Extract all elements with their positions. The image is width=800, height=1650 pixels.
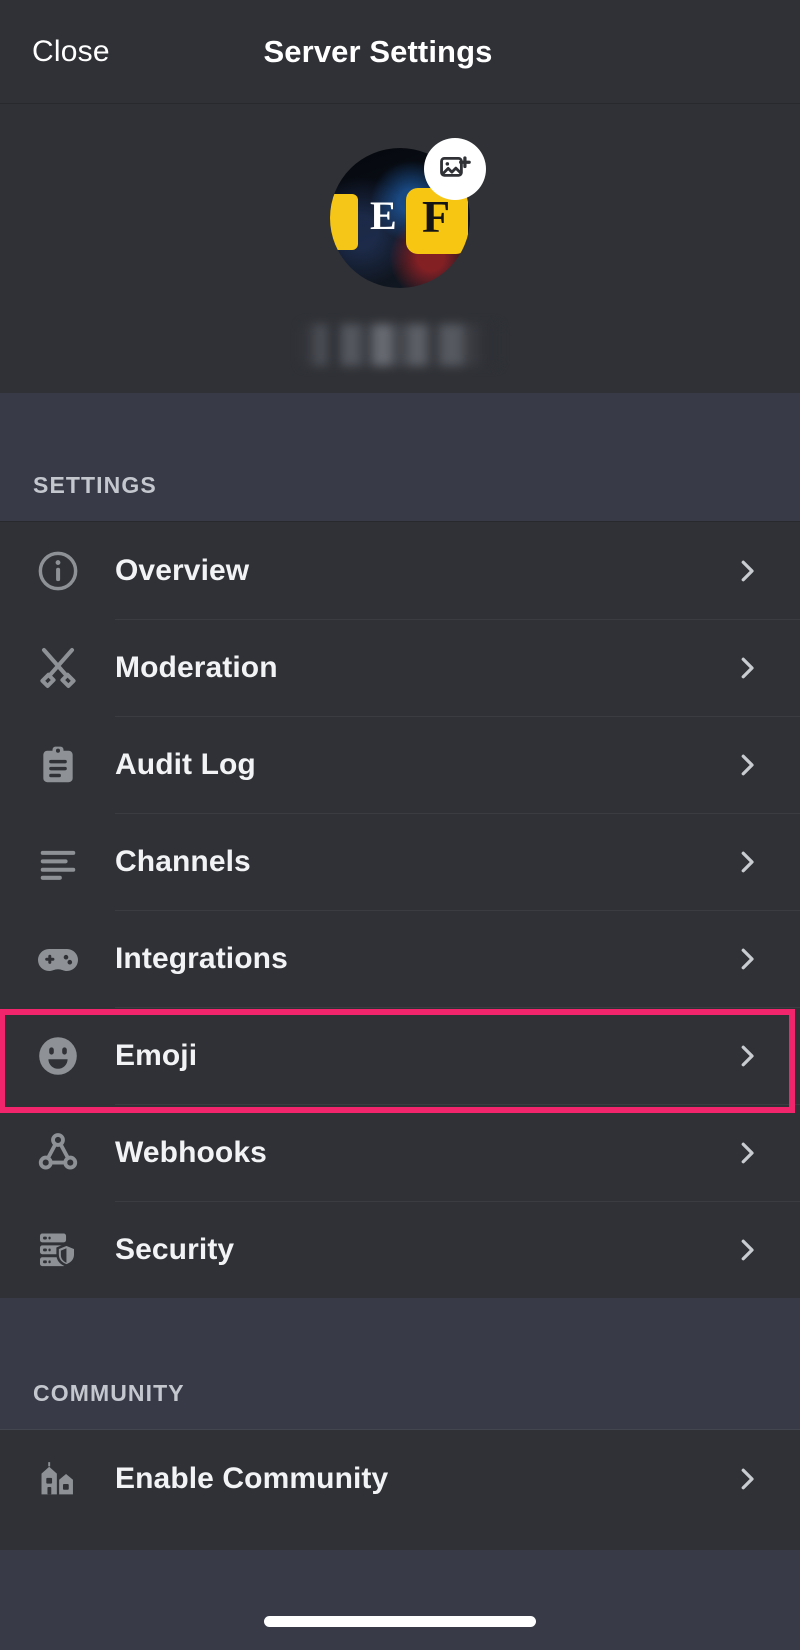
info-circle-icon xyxy=(0,548,115,594)
page-title: Server Settings xyxy=(0,34,778,70)
chevron-right-icon xyxy=(732,944,762,974)
avatar-letter-badge: F xyxy=(422,194,450,240)
server-identity-block: E F xyxy=(0,104,800,393)
sidebar-item-enable-community[interactable]: Enable Community xyxy=(0,1430,800,1527)
webhook-icon xyxy=(0,1130,115,1176)
sidebar-item-moderation[interactable]: Moderation xyxy=(0,619,800,716)
sidebar-item-label: Emoji xyxy=(115,1039,197,1073)
clipboard-icon xyxy=(0,743,115,787)
section-header-settings: SETTINGS xyxy=(0,393,800,521)
server-avatar-wrap[interactable]: E F xyxy=(330,148,470,288)
server-shield-icon xyxy=(0,1227,115,1273)
buildings-icon xyxy=(0,1456,115,1502)
crossed-swords-icon xyxy=(0,644,115,692)
sidebar-item-webhooks[interactable]: Webhooks xyxy=(0,1104,800,1201)
text-lines-icon xyxy=(0,839,115,885)
sidebar-item-label: Integrations xyxy=(115,942,288,976)
server-name-redacted xyxy=(301,324,499,366)
sidebar-item-security[interactable]: Security xyxy=(0,1201,800,1298)
avatar-art-accent xyxy=(330,194,358,250)
sidebar-item-channels[interactable]: Channels xyxy=(0,813,800,910)
app-header: Close Server Settings xyxy=(0,0,800,104)
server-settings-screen: Close Server Settings E F SETTING xyxy=(0,0,800,1650)
section-label: COMMUNITY xyxy=(33,1380,185,1407)
sidebar-item-integrations[interactable]: Integrations xyxy=(0,910,800,1007)
section-header-community: COMMUNITY xyxy=(0,1298,800,1429)
home-indicator-bar[interactable] xyxy=(264,1616,536,1627)
chevron-right-icon xyxy=(732,1041,762,1071)
chevron-right-icon xyxy=(732,556,762,586)
chevron-right-icon xyxy=(732,1235,762,1265)
bottom-bar xyxy=(0,1550,800,1650)
section-label: SETTINGS xyxy=(33,472,157,499)
chevron-right-icon xyxy=(732,1138,762,1168)
sidebar-item-emoji[interactable]: Emoji xyxy=(0,1007,800,1104)
community-list: Enable Community xyxy=(0,1430,800,1527)
sidebar-item-label: Enable Community xyxy=(115,1462,388,1496)
chevron-right-icon xyxy=(732,847,762,877)
chevron-right-icon xyxy=(732,653,762,683)
sidebar-item-label: Moderation xyxy=(115,651,278,685)
sidebar-item-label: Security xyxy=(115,1233,234,1267)
chevron-right-icon xyxy=(732,1464,762,1494)
sidebar-item-label: Overview xyxy=(115,554,249,588)
sidebar-item-audit-log[interactable]: Audit Log xyxy=(0,716,800,813)
sidebar-item-label: Channels xyxy=(115,845,251,879)
chevron-right-icon xyxy=(732,750,762,780)
sidebar-item-label: Webhooks xyxy=(115,1136,267,1170)
sidebar-item-label: Audit Log xyxy=(115,748,256,782)
avatar-letter-primary: E xyxy=(370,196,397,236)
gamepad-icon xyxy=(0,935,115,983)
sidebar-item-overview[interactable]: Overview xyxy=(0,522,800,619)
settings-list: Overview Moderation xyxy=(0,522,800,1298)
add-image-icon[interactable] xyxy=(424,138,486,200)
smiley-face-icon xyxy=(0,1032,115,1080)
